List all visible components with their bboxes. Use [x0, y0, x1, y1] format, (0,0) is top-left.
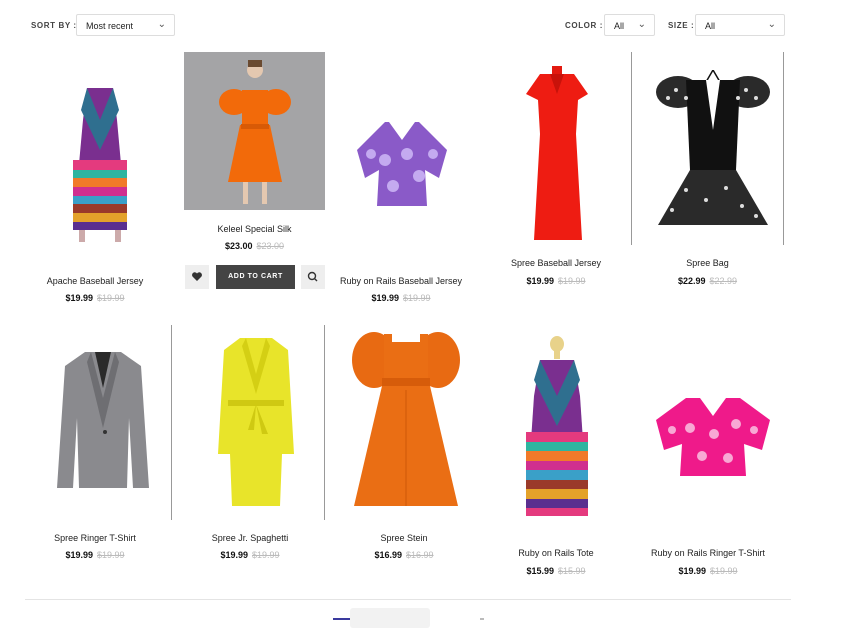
- product-price: $19.99: [220, 550, 248, 560]
- product-card[interactable]: Spree Baseball Jersey $19.99 $19.99: [486, 52, 626, 292]
- product-prices: $19.99 $19.99: [333, 293, 469, 303]
- product-card[interactable]: Spree Bag $22.99 $22.99: [636, 52, 779, 292]
- product-prices: $15.99 $15.99: [486, 566, 626, 576]
- sort-select-value: Most recent: [86, 21, 134, 31]
- product-card[interactable]: Ruby on Rails Ringer T-Shirt $19.99 $19.9…: [638, 336, 778, 586]
- product-name[interactable]: Apache Baseball Jersey: [25, 276, 165, 286]
- striped-dress-icon[interactable]: [65, 80, 135, 245]
- product-price: $19.99: [65, 550, 93, 560]
- column-divider: [783, 52, 784, 245]
- color-label: COLOR :: [565, 21, 603, 30]
- product-name[interactable]: Spree Stein: [334, 533, 474, 543]
- product-name[interactable]: Spree Jr. Spaghetti: [180, 533, 320, 543]
- size-select[interactable]: All ⌄: [695, 14, 785, 36]
- black-peplum-top-icon[interactable]: [656, 70, 770, 230]
- product-old-price: $22.99: [709, 276, 738, 286]
- product-price: $22.99: [677, 276, 706, 286]
- product-old-price: $15.99: [558, 566, 586, 576]
- product-prices: $23.00 $23.00: [184, 241, 325, 251]
- product-old-price: $23.00: [256, 241, 285, 251]
- product-card[interactable]: Ruby on Rails Baseball Jersey $19.99 $19.…: [333, 52, 469, 312]
- product-card[interactable]: Apache Baseball Jersey $19.99 $19.99: [25, 52, 165, 312]
- column-divider: [324, 325, 325, 520]
- product-old-price: $16.99: [406, 550, 434, 560]
- chevron-down-icon: ⌄: [157, 19, 166, 30]
- striped-dress-mannequin-icon[interactable]: [522, 336, 592, 522]
- size-label: SIZE :: [668, 21, 695, 30]
- product-prices: $19.99 $19.99: [25, 293, 165, 303]
- product-old-price: $19.99: [558, 276, 586, 286]
- sort-label: SORT BY :: [31, 21, 77, 30]
- product-name[interactable]: Spree Ringer T-Shirt: [25, 533, 165, 543]
- heart-icon: [192, 272, 202, 281]
- product-prices: $19.99 $19.99: [25, 550, 165, 560]
- product-price: $19.99: [526, 276, 554, 286]
- product-price: $19.99: [371, 293, 399, 303]
- product-prices: $16.99 $16.99: [334, 550, 474, 560]
- product-card[interactable]: Spree Stein $16.99 $16.99: [334, 330, 474, 580]
- product-card[interactable]: Keleel Special Silk $23.00 $23.00 ADD TO …: [184, 52, 325, 292]
- yellow-coat-icon[interactable]: [216, 334, 296, 510]
- product-price: $23.00: [224, 241, 253, 251]
- orange-puff-dress-model-icon[interactable]: [184, 52, 325, 210]
- product-name[interactable]: Keleel Special Silk: [184, 224, 325, 234]
- grid-bottom-divider: [25, 599, 791, 600]
- filter-toolbar: SORT BY : Most recent ⌄ COLOR : All ⌄ SI…: [0, 14, 865, 38]
- pagination-control[interactable]: [350, 608, 430, 628]
- orange-puff-dress-icon[interactable]: [352, 330, 460, 510]
- product-price: $15.99: [526, 566, 554, 576]
- purple-top-icon[interactable]: [355, 120, 449, 210]
- color-select-value: All: [614, 21, 625, 31]
- color-select[interactable]: All ⌄: [604, 14, 655, 36]
- chevron-down-icon: ⌄: [767, 19, 776, 30]
- product-name[interactable]: Spree Baseball Jersey: [486, 258, 626, 268]
- product-price: $19.99: [678, 566, 706, 576]
- sort-select[interactable]: Most recent ⌄: [76, 14, 175, 36]
- product-name[interactable]: Ruby on Rails Tote: [486, 548, 626, 558]
- product-old-price: $19.99: [97, 293, 125, 303]
- product-prices: $19.99 $19.99: [486, 276, 626, 286]
- add-to-cart-button[interactable]: ADD TO CART: [216, 265, 295, 289]
- hover-actions: ADD TO CART: [185, 265, 325, 289]
- product-prices: $19.99 $19.99: [180, 550, 320, 560]
- wishlist-button[interactable]: [185, 265, 209, 289]
- product-name[interactable]: Ruby on Rails Ringer T-Shirt: [638, 548, 778, 558]
- product-card[interactable]: Spree Jr. Spaghetti $19.99 $19.99: [180, 330, 320, 580]
- product-name[interactable]: Ruby on Rails Baseball Jersey: [333, 276, 469, 286]
- product-card[interactable]: Spree Ringer T-Shirt $19.99 $19.99: [25, 330, 165, 580]
- chevron-down-icon: ⌄: [637, 19, 646, 30]
- product-name[interactable]: Spree Bag: [636, 258, 779, 268]
- product-old-price: $19.99: [97, 550, 125, 560]
- column-divider: [631, 52, 632, 245]
- product-card[interactable]: Ruby on Rails Tote $15.99 $15.99: [486, 336, 626, 586]
- grey-blazer-icon[interactable]: [55, 348, 151, 494]
- size-select-value: All: [705, 21, 716, 31]
- product-prices: $22.99 $22.99: [636, 276, 779, 286]
- product-old-price: $19.99: [252, 550, 280, 560]
- pagination-next-indicator[interactable]: [480, 618, 484, 620]
- product-old-price: $19.99: [403, 293, 431, 303]
- red-dress-icon[interactable]: [524, 64, 590, 244]
- search-icon: [307, 271, 318, 282]
- product-prices: $19.99 $19.99: [638, 566, 778, 576]
- quick-view-button[interactable]: [301, 265, 325, 289]
- column-divider: [171, 325, 172, 520]
- pagination-active-indicator[interactable]: [333, 618, 351, 620]
- product-old-price: $19.99: [710, 566, 738, 576]
- product-price: $16.99: [374, 550, 402, 560]
- pink-top-icon[interactable]: [654, 394, 772, 480]
- product-price: $19.99: [65, 293, 93, 303]
